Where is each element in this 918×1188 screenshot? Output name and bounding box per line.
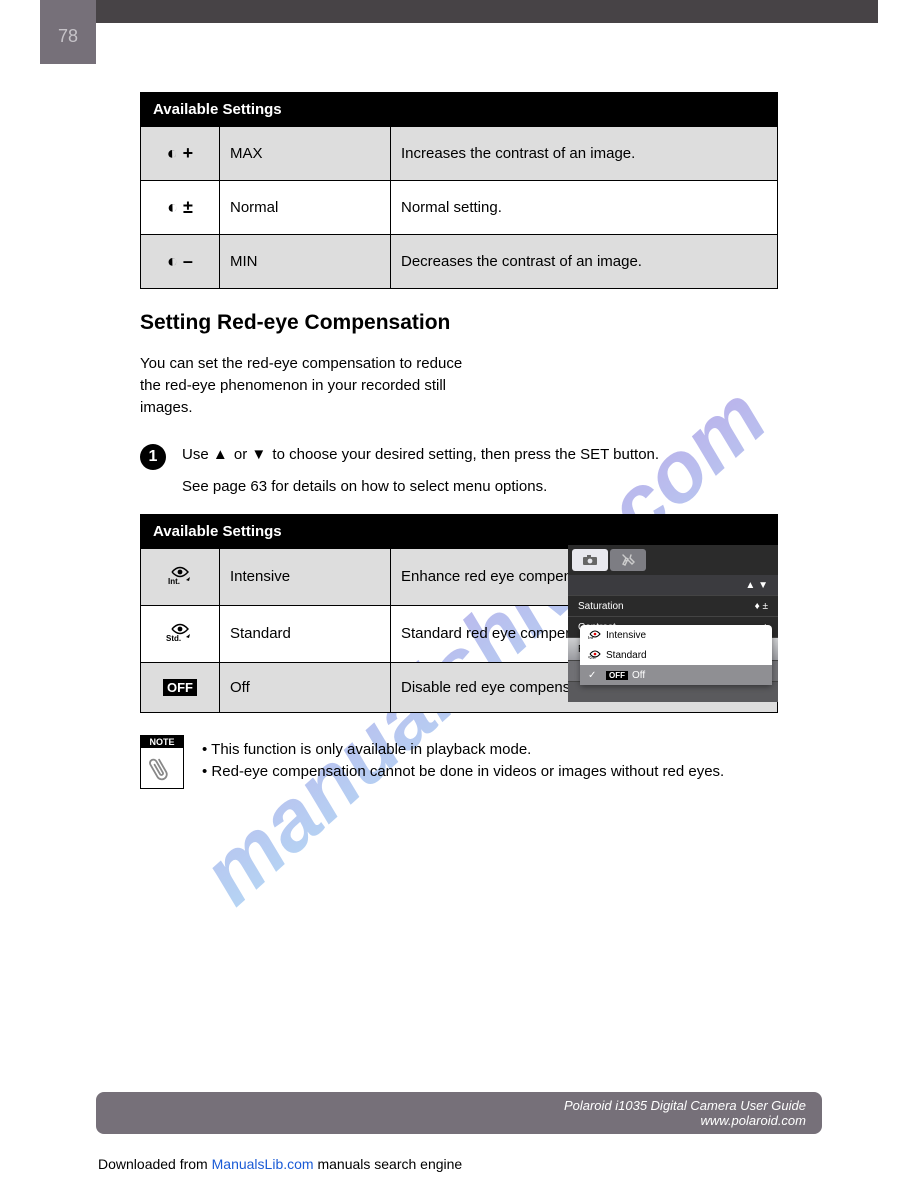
table-header: Available Settings bbox=[141, 514, 778, 548]
camera-tab bbox=[572, 549, 608, 571]
setting-type: MAX bbox=[220, 127, 391, 181]
option-standard: Std. Standard bbox=[580, 645, 772, 665]
svg-text:Int.: Int. bbox=[168, 577, 180, 585]
note-block: NOTE This function is only available in … bbox=[140, 735, 778, 789]
note-item: This function is only available in playb… bbox=[202, 739, 724, 761]
step-number: 1 bbox=[140, 444, 166, 470]
setting-type: Standard bbox=[220, 605, 391, 662]
section-intro: You can set the red-eye compensation to … bbox=[140, 353, 480, 418]
svg-text:Std.: Std. bbox=[166, 634, 181, 642]
paperclip-icon bbox=[149, 754, 173, 790]
setting-desc: Normal setting. bbox=[391, 181, 778, 235]
contrast-normal-icon: ◐ ± bbox=[167, 197, 193, 217]
footer-bar: Polaroid i1035 Digital Camera User Guide… bbox=[96, 1092, 822, 1134]
table-row: ◐ ± Normal Normal setting. bbox=[141, 181, 778, 235]
setting-type: Off bbox=[220, 662, 391, 712]
table-header: Available Settings bbox=[141, 93, 778, 127]
down-arrow-icon: ▼ bbox=[251, 446, 268, 463]
page-tab: 78 bbox=[40, 0, 96, 64]
svg-text:Std.: Std. bbox=[588, 656, 597, 659]
option-off: ✓ OFF Off bbox=[580, 665, 772, 685]
redeye-int-icon: Int. bbox=[588, 629, 602, 639]
option-intensive: Int. Intensive bbox=[580, 625, 772, 645]
setting-desc: Decreases the contrast of an image. bbox=[391, 235, 778, 289]
setting-desc: Increases the contrast of an image. bbox=[391, 127, 778, 181]
setting-type: Normal bbox=[220, 181, 391, 235]
svg-text:Int.: Int. bbox=[588, 636, 595, 639]
contrast-plus-icon: ◐ + bbox=[167, 143, 193, 163]
redeye-standard-icon: Std. bbox=[166, 622, 194, 642]
page-number: 78 bbox=[40, 0, 96, 47]
note-list: This function is only available in playb… bbox=[202, 739, 724, 789]
footer-doc-title: Polaroid i1035 Digital Camera User Guide bbox=[564, 1098, 806, 1113]
table-row: ◐ – MIN Decreases the contrast of an ima… bbox=[141, 235, 778, 289]
redeye-options-popup: Int. Intensive Std. Standard ✓ OFF Off bbox=[580, 625, 772, 685]
contrast-minus-icon: ◐ – bbox=[167, 251, 193, 271]
tools-icon bbox=[620, 553, 636, 567]
menu-nav-row: ▲ ▼ bbox=[568, 575, 778, 595]
table-row: ◐ + MAX Increases the contrast of an ima… bbox=[141, 127, 778, 181]
redeye-std-icon: Std. bbox=[588, 649, 602, 659]
note-item: Red-eye compensation cannot be done in v… bbox=[202, 761, 724, 783]
menu-row-saturation: Saturation ♦ ± bbox=[568, 595, 778, 616]
step-text: Use ▲ or ▼ to choose your desired settin… bbox=[182, 444, 778, 498]
camera-menu-screenshot: ▲ ▼ Saturation ♦ ± Contrast ◐ ± Red-eye … bbox=[568, 545, 778, 701]
contrast-settings-table: Available Settings ◐ + MAX Increases the… bbox=[140, 92, 778, 289]
redeye-intensive-icon: Int. bbox=[166, 565, 194, 585]
footer-links: Downloaded from ManualsLib.com manuals s… bbox=[98, 1156, 462, 1172]
header-bar bbox=[40, 0, 878, 23]
off-badge: OFF bbox=[606, 671, 628, 680]
off-icon: OFF bbox=[163, 679, 197, 696]
tools-tab bbox=[610, 549, 646, 571]
manualslib-link[interactable]: ManualsLib.com bbox=[212, 1156, 314, 1172]
step-hint: See page 63 for details on how to select… bbox=[182, 476, 778, 498]
up-arrow-icon: ▲ bbox=[213, 446, 230, 463]
setting-type: Intensive bbox=[220, 548, 391, 605]
note-icon: NOTE bbox=[140, 735, 184, 789]
nav-arrows: ▲ ▼ bbox=[745, 580, 768, 591]
footer-site: www.polaroid.com bbox=[701, 1113, 807, 1128]
section-title: Setting Red-eye Compensation bbox=[140, 311, 778, 335]
camera-icon bbox=[582, 554, 598, 566]
setting-type: MIN bbox=[220, 235, 391, 289]
